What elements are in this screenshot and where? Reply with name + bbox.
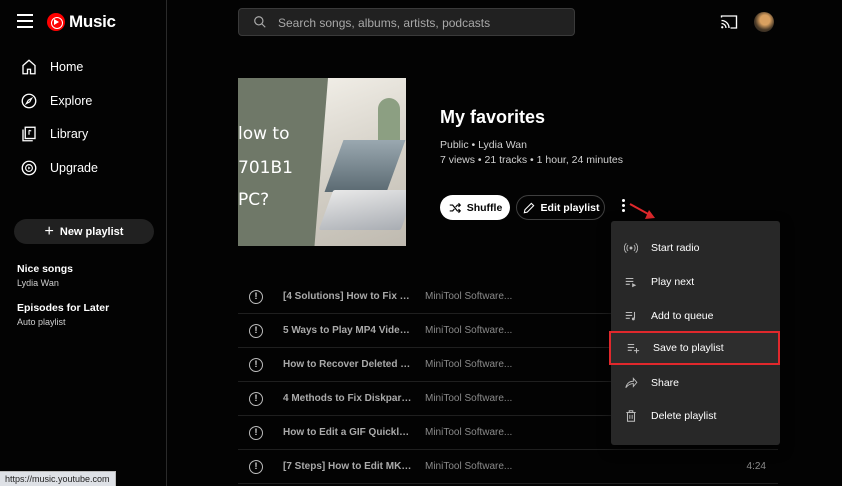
edit-playlist-button[interactable]: Edit playlist [516, 195, 605, 220]
menu-item-add-to-queue[interactable]: Add to queue [611, 299, 780, 333]
track-artist[interactable]: MiniTool Software... [425, 461, 515, 472]
track-duration: 4:24 [746, 461, 766, 472]
playlist-meta-stats: 7 views • 21 tracks • 1 hour, 24 minutes [440, 154, 624, 166]
sidebar-playlist-nice-songs[interactable]: Nice songs Lydia Wan [17, 263, 73, 288]
track-artist[interactable]: MiniTool Software... [425, 393, 515, 404]
cover-laptop-keyboard [318, 190, 406, 230]
menu-item-label: Play next [651, 276, 695, 288]
new-playlist-button[interactable]: + New playlist [14, 219, 154, 244]
sidebar: Music Home Explore Library Upgrade + New… [0, 0, 167, 486]
plus-icon: + [44, 222, 54, 240]
menu-item-label: Delete playlist [651, 410, 717, 422]
table-row[interactable]: ! [7 Steps] How to Edit MKV F... MiniToo… [238, 450, 778, 484]
menu-item-label: Share [651, 377, 680, 389]
red-arrow-annotation [629, 203, 655, 219]
shuffle-icon [449, 202, 461, 213]
pencil-icon [523, 202, 534, 213]
shuffle-label: Shuffle [466, 201, 503, 214]
unavailable-icon: ! [249, 392, 263, 406]
track-artist[interactable]: MiniTool Software... [425, 291, 515, 302]
menu-item-share[interactable]: Share [611, 366, 780, 400]
unavailable-icon: ! [249, 358, 263, 372]
status-bar-url: https://music.youtube.com [0, 471, 116, 486]
track-title[interactable]: 5 Ways to Play MP4 Videos ... [283, 325, 413, 336]
sidebar-item-label: Explore [50, 94, 93, 108]
unavailable-icon: ! [249, 426, 263, 440]
sidebar-item-explore[interactable]: Explore [0, 86, 167, 116]
unavailable-icon: ! [249, 460, 263, 474]
sidebar-item-label: Home [50, 60, 84, 74]
menu-item-label: Save to playlist [653, 342, 724, 354]
page-title: My favorites [440, 107, 546, 127]
menu-item-start-radio[interactable]: Start radio [611, 231, 780, 265]
hamburger-menu-icon[interactable] [17, 14, 33, 28]
upgrade-icon [21, 160, 37, 176]
radio-icon [624, 242, 638, 254]
track-title[interactable]: [7 Steps] How to Edit MKV F... [283, 461, 413, 472]
play-next-icon [625, 277, 637, 288]
playlist-options-menu: Start radio Play next Add to queue Save … [609, 221, 780, 445]
sidebar-item-upgrade[interactable]: Upgrade [0, 153, 167, 183]
track-artist[interactable]: MiniTool Software... [425, 359, 515, 370]
share-icon [625, 377, 638, 388]
track-artist[interactable]: MiniTool Software... [425, 325, 515, 336]
sidebar-header: Music [0, 0, 167, 44]
menu-item-label: Add to queue [651, 310, 714, 322]
library-icon [22, 126, 36, 142]
menu-item-save-to-playlist[interactable]: Save to playlist [609, 331, 780, 365]
more-options-icon[interactable] [618, 199, 628, 217]
playlist-name: Nice songs [17, 263, 74, 275]
unavailable-icon: ! [249, 290, 263, 304]
edit-playlist-label: Edit playlist [540, 201, 600, 214]
playlist-subtitle: Auto playlist [17, 317, 66, 327]
sidebar-item-label: Upgrade [50, 161, 98, 175]
save-to-playlist-icon [627, 343, 640, 354]
add-to-queue-icon [625, 311, 636, 321]
unavailable-icon: ! [249, 324, 263, 338]
search-input[interactable]: Search songs, albums, artists, podcasts [238, 8, 575, 36]
menu-item-delete-playlist[interactable]: Delete playlist [611, 399, 780, 433]
playlist-meta-owner: Public • Lydia Wan [440, 139, 527, 151]
playlist-name: Episodes for Later [17, 302, 110, 314]
menu-item-play-next[interactable]: Play next [611, 265, 780, 299]
new-playlist-label: New playlist [59, 225, 124, 238]
track-title[interactable]: 4 Methods to Fix Diskpart F... [283, 393, 413, 404]
sidebar-item-label: Library [50, 127, 89, 141]
avatar[interactable] [754, 12, 774, 32]
track-title[interactable]: How to Edit a GIF Quickly an... [283, 427, 413, 438]
search-placeholder: Search songs, albums, artists, podcasts [278, 16, 491, 30]
track-title[interactable]: How to Recover Deleted Dro... [283, 359, 413, 370]
sidebar-item-library[interactable]: Library [0, 119, 167, 149]
cover-text-line: 701B1 [238, 158, 293, 178]
track-title[interactable]: [4 Solutions] How to Fix Erro... [283, 291, 413, 302]
menu-item-label: Start radio [651, 242, 700, 254]
youtube-music-logo-icon [47, 13, 65, 31]
track-artist[interactable]: MiniTool Software... [425, 427, 515, 438]
sidebar-item-home[interactable]: Home [0, 52, 167, 82]
playlist-subtitle: Lydia Wan [17, 278, 59, 288]
cast-icon[interactable] [720, 14, 738, 30]
cover-text-line: low to [238, 124, 290, 144]
home-icon [22, 59, 36, 75]
sidebar-playlist-episodes-for-later[interactable]: Episodes for Later Auto playlist [17, 302, 109, 327]
cover-text-line: PC? [238, 190, 270, 210]
music-logo[interactable]: Music [47, 12, 116, 32]
compass-icon [21, 93, 37, 109]
trash-icon [626, 410, 636, 422]
playlist-cover-image: low to 701B1 PC? [238, 78, 406, 246]
search-icon [254, 16, 266, 28]
shuffle-button[interactable]: Shuffle [440, 195, 510, 220]
logo-text: Music [69, 12, 116, 31]
